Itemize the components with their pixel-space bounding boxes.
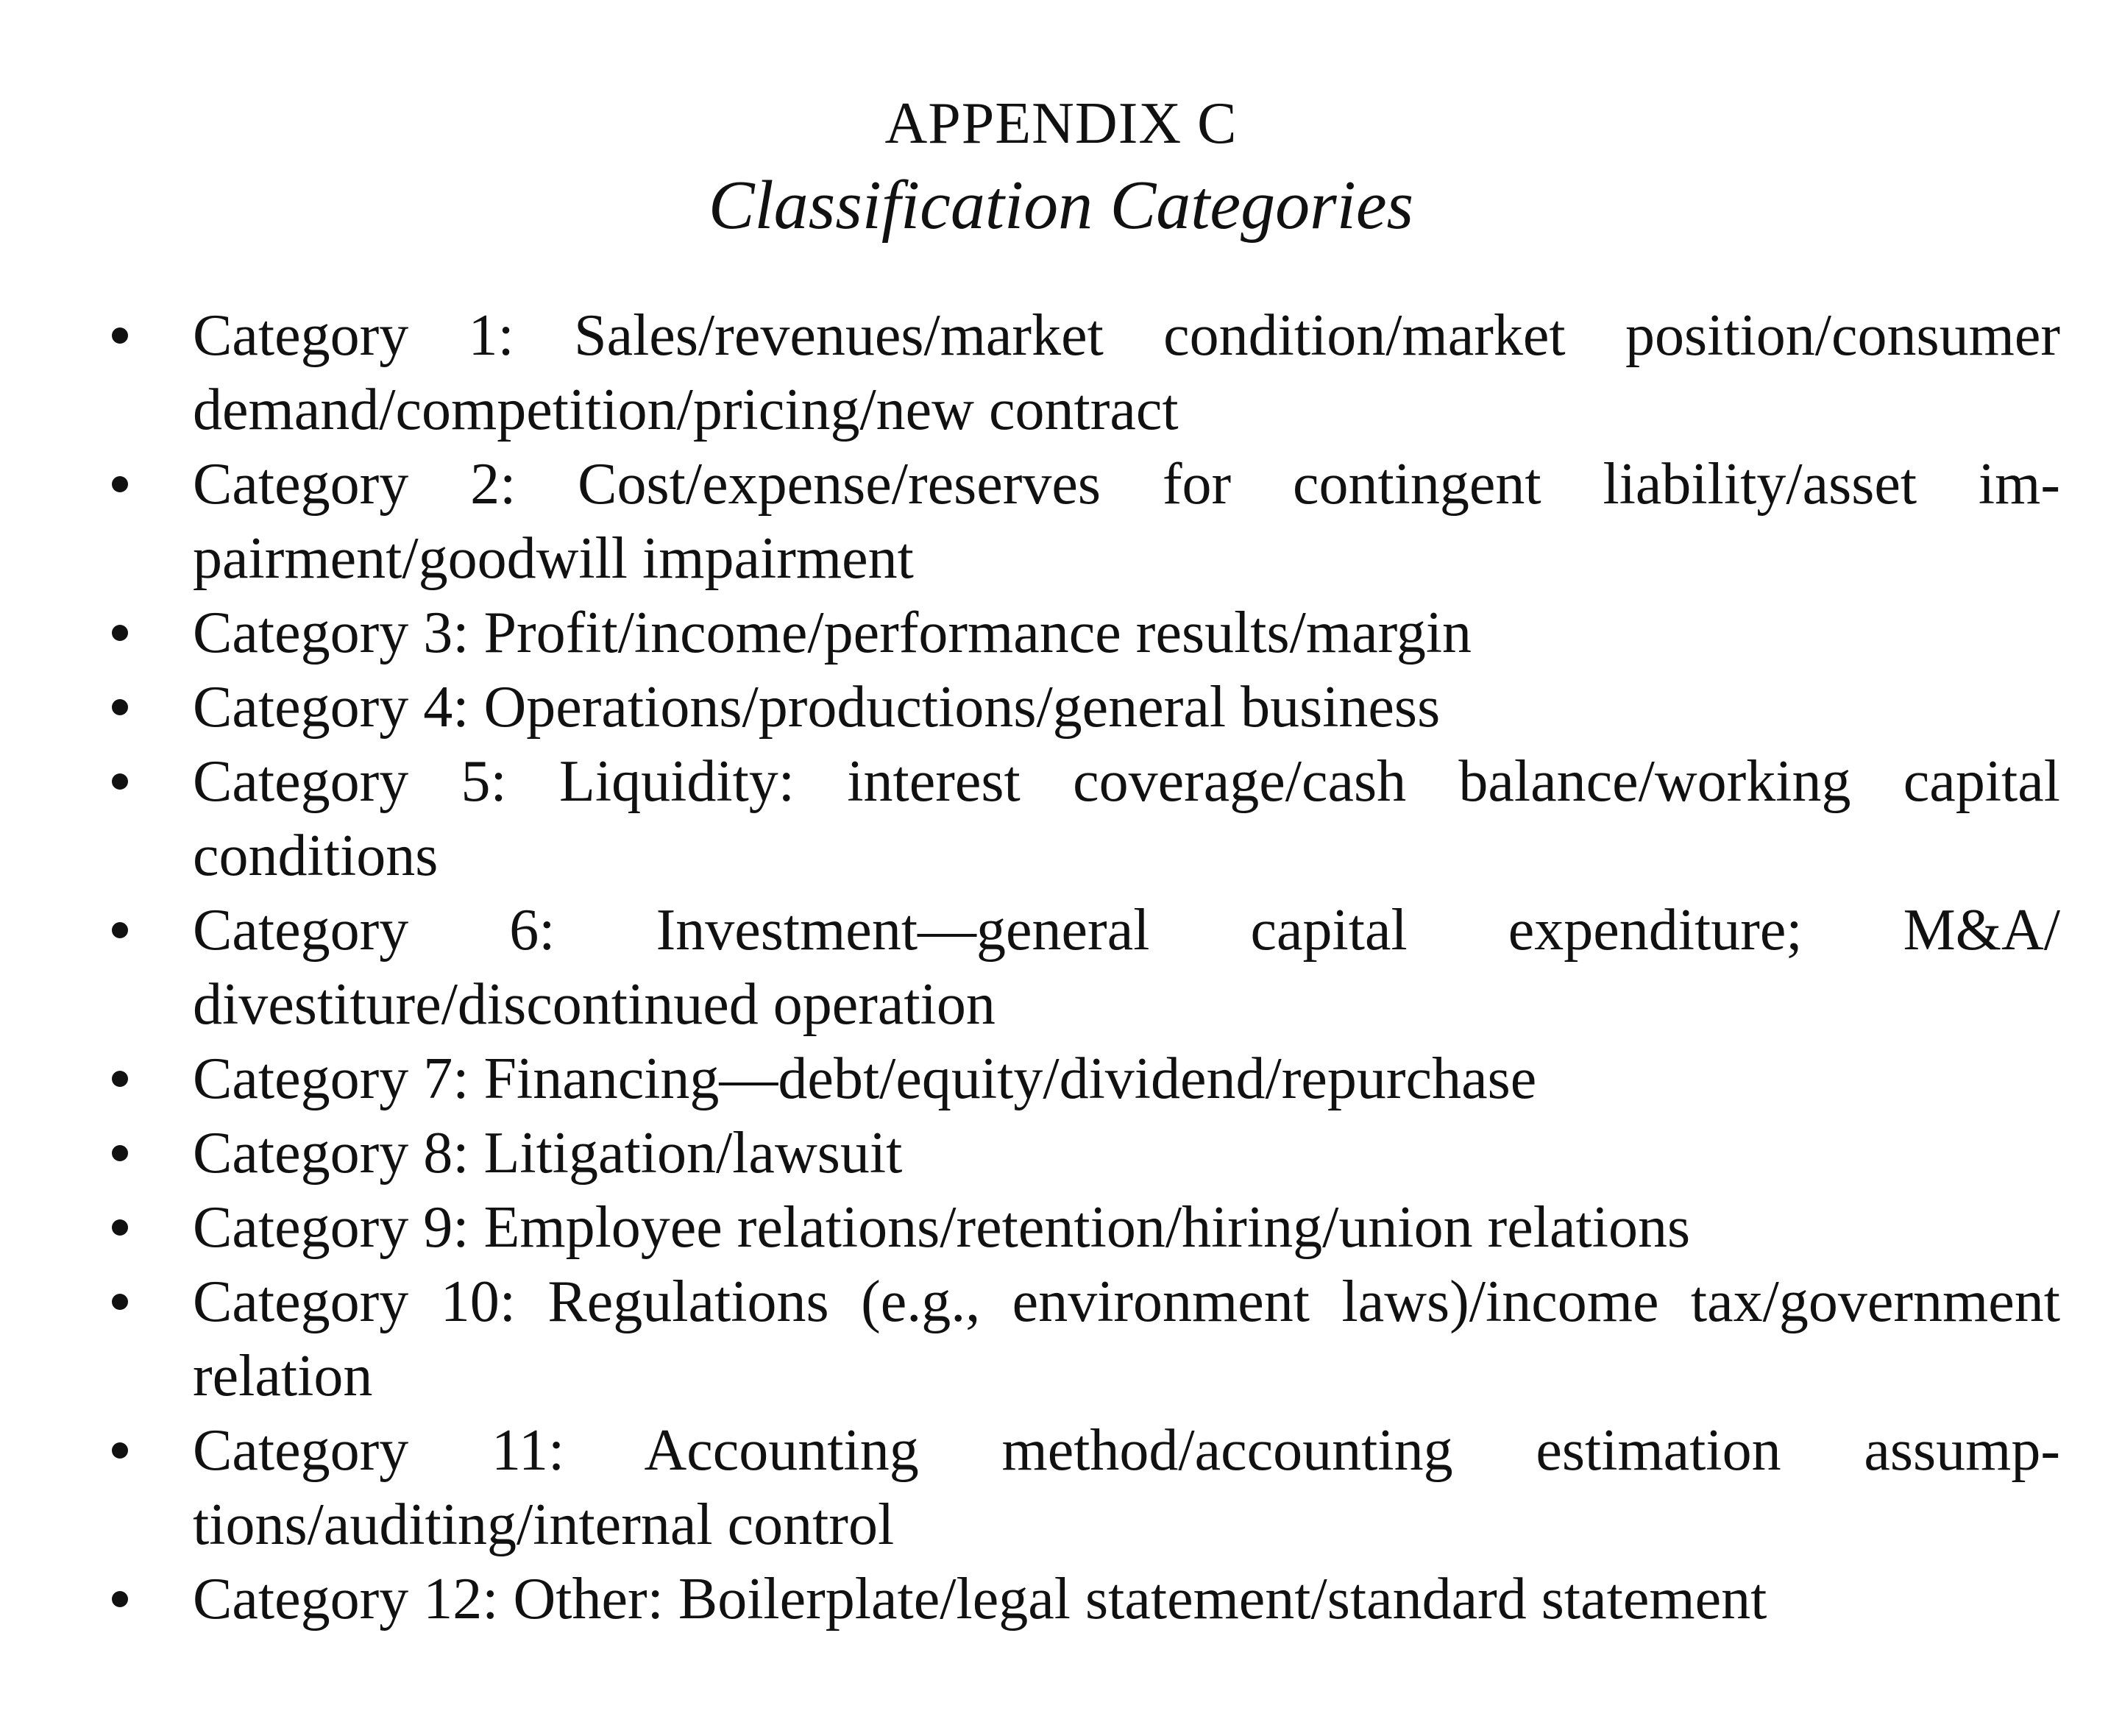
category-text: Category 1: Sales/revenues/market condit… [193, 303, 2060, 442]
category-item-12: Category 12: Other: Boilerplate/legal st… [0, 1562, 2122, 1637]
bullet-icon [112, 625, 128, 641]
bullet-icon [112, 476, 128, 492]
category-item-1: Category 1: Sales/revenues/market condit… [0, 299, 2122, 447]
category-item-11: Category 11: Accounting method/accountin… [0, 1414, 2122, 1562]
category-text: Category 2: Cost/expense/reserves for co… [193, 452, 2060, 591]
category-text: Category 8: Litigation/lawsuit [193, 1121, 903, 1186]
category-list: Category 1: Sales/revenues/market condit… [0, 299, 2122, 1637]
bullet-icon [112, 1294, 128, 1310]
bullet-icon [112, 1591, 128, 1607]
category-item-4: Category 4: Operations/productions/gener… [0, 670, 2122, 745]
bullet-icon [112, 1145, 128, 1161]
bullet-icon [112, 699, 128, 715]
category-item-6: Category 6: Investment—general capital e… [0, 893, 2122, 1042]
category-item-3: Category 3: Profit/income/performance re… [0, 596, 2122, 670]
bullet-icon [112, 1219, 128, 1236]
bullet-icon [112, 773, 128, 790]
category-text: Category 10: Regulations (e.g., environm… [193, 1269, 2060, 1409]
category-item-7: Category 7: Financing—debt/equity/divide… [0, 1042, 2122, 1116]
category-text: Category 6: Investment—general capital e… [193, 898, 2060, 1037]
category-text: Category 12: Other: Boilerplate/legal st… [193, 1567, 1767, 1632]
category-text: Category 4: Operations/productions/gener… [193, 675, 1441, 740]
category-item-2: Category 2: Cost/expense/reserves for co… [0, 447, 2122, 596]
category-text: Category 9: Employee relations/retention… [193, 1195, 1691, 1260]
category-text: Category 5: Liquidity: interest coverage… [193, 749, 2060, 888]
appendix-label: APPENDIX C [884, 91, 1238, 156]
appendix-title: Classification Categories [708, 167, 1414, 244]
bullet-icon [112, 1442, 128, 1459]
bullet-icon [112, 1071, 128, 1087]
bullet-icon [112, 922, 128, 938]
category-text: Category 3: Profit/income/performance re… [193, 600, 1472, 665]
category-item-9: Category 9: Employee relations/retention… [0, 1191, 2122, 1265]
category-item-8: Category 8: Litigation/lawsuit [0, 1116, 2122, 1191]
category-item-5: Category 5: Liquidity: interest coverage… [0, 745, 2122, 893]
category-text: Category 11: Accounting method/accountin… [193, 1418, 2060, 1557]
bullet-icon [112, 327, 128, 344]
category-item-10: Category 10: Regulations (e.g., environm… [0, 1265, 2122, 1414]
category-text: Category 7: Financing—debt/equity/divide… [193, 1046, 1537, 1111]
document-page: APPENDIX C Classification Categories Cat… [0, 0, 2122, 1736]
